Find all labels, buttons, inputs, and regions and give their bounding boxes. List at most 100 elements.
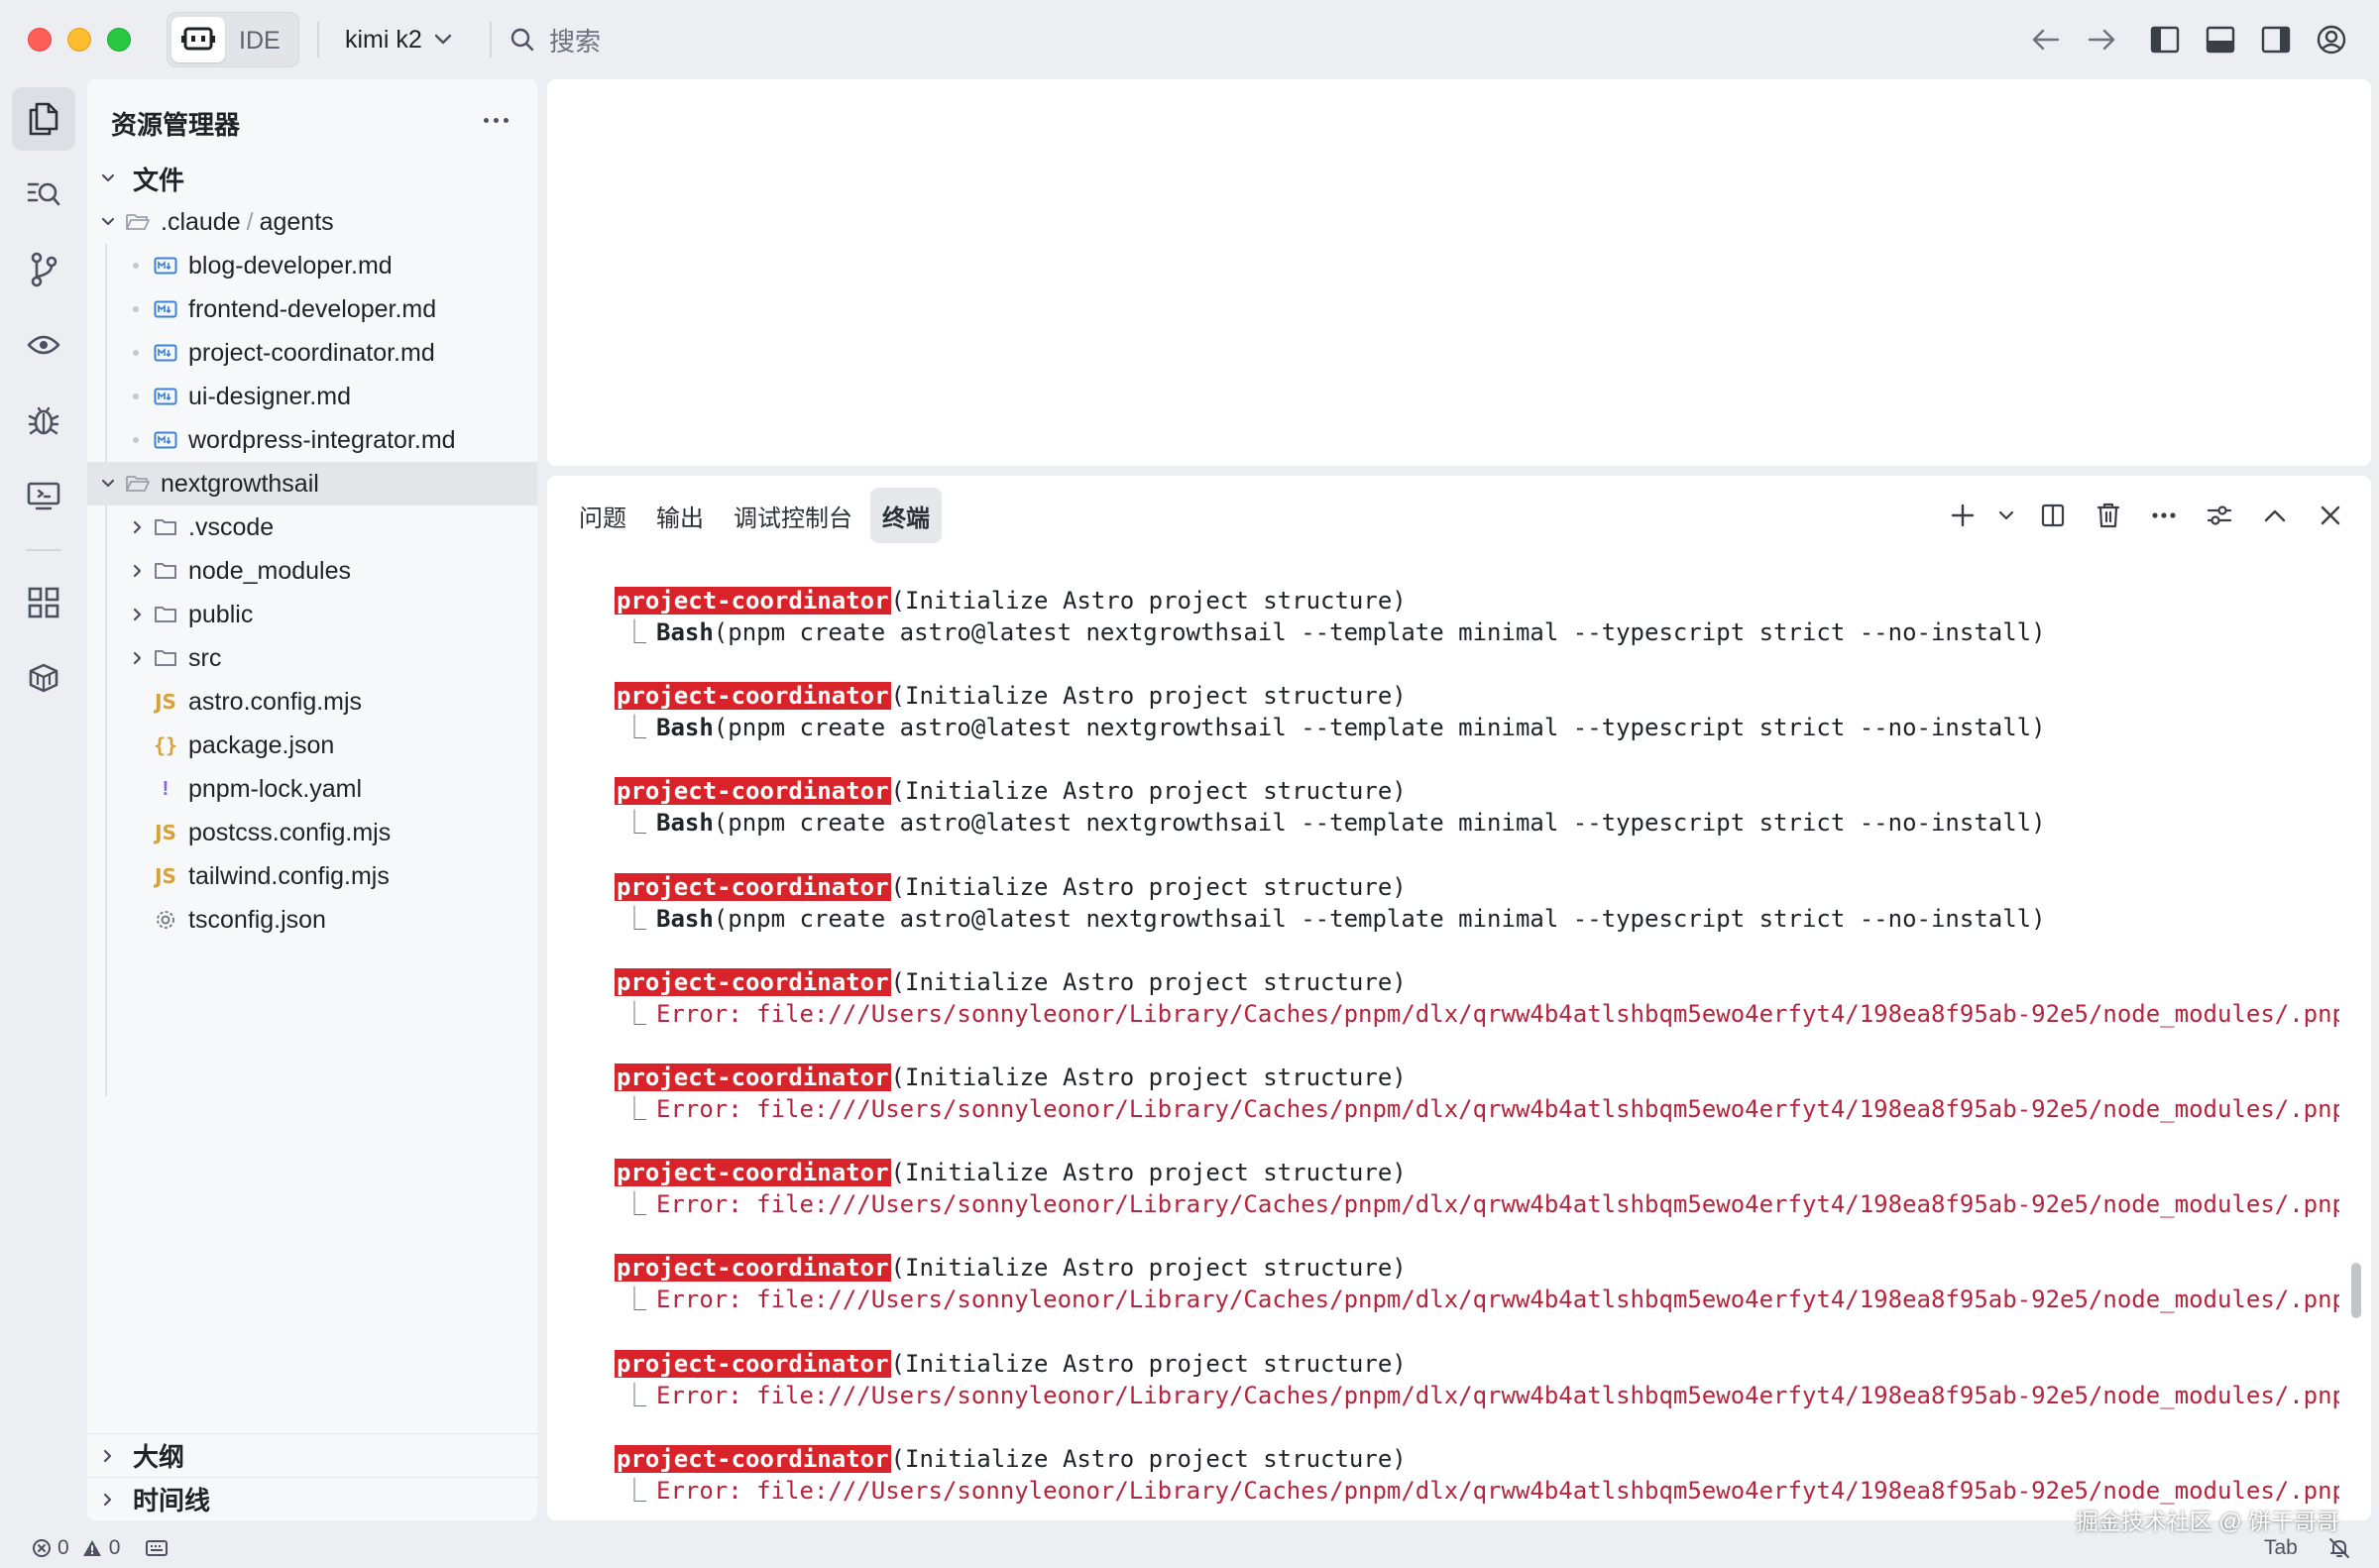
file-item[interactable]: JS postcss.config.mjs — [87, 811, 537, 854]
panel-settings-button[interactable] — [2199, 495, 2240, 536]
file-item[interactable]: frontend-developer.md — [87, 287, 537, 331]
warning-icon — [82, 1540, 101, 1556]
containers-view-button[interactable] — [12, 646, 75, 710]
tab-problems[interactable]: 问题 — [567, 488, 638, 543]
preview-view-button[interactable] — [12, 313, 75, 377]
tool-command: (pnpm create astro@latest nextgrowthsail… — [713, 618, 2046, 646]
explorer-view-button[interactable] — [12, 87, 75, 151]
file-label: wordpress-integrator.md — [188, 425, 456, 454]
section-label: 时间线 — [133, 1486, 211, 1515]
kill-terminal-button[interactable] — [2088, 495, 2129, 536]
folder-item[interactable]: src — [87, 636, 537, 680]
new-terminal-button[interactable] — [1945, 495, 1981, 536]
folder-label: nextgrowthsail — [161, 469, 319, 498]
folder-item[interactable]: public — [87, 593, 537, 636]
agent-call-line: project-coordinator(Initialize Astro pro… — [615, 1443, 2339, 1475]
tab-output[interactable]: 输出 — [644, 488, 716, 543]
debug-view-button[interactable] — [12, 389, 75, 452]
maximize-panel-button[interactable] — [2254, 495, 2296, 536]
terminal-entry: project-coordinator(Initialize Astro pro… — [615, 775, 2339, 870]
tool-command: (pnpm create astro@latest nextgrowthsail… — [713, 714, 2046, 742]
remote-view-button[interactable] — [12, 464, 75, 527]
error-count: 0 — [57, 1536, 69, 1559]
forward-button[interactable] — [2082, 20, 2121, 59]
file-item[interactable]: JS tailwind.config.mjs — [87, 854, 537, 898]
folder-claude-agents[interactable]: .claude / agents — [87, 200, 537, 244]
file-item[interactable]: {} package.json — [87, 724, 537, 767]
back-button[interactable] — [2026, 20, 2066, 59]
folder-label: .vscode — [188, 512, 275, 541]
error-icon — [33, 1539, 51, 1557]
error-message: Error: file:///Users/sonnyleonor/Library… — [656, 1286, 2339, 1314]
extensions-view-button[interactable] — [12, 571, 75, 634]
agent-task: (Initialize Astro project structure) — [890, 1254, 1407, 1283]
zoom-window-button[interactable] — [107, 28, 131, 52]
terminal-entry: project-coordinator(Initialize Astro pro… — [615, 585, 2339, 680]
terminal-profile-dropdown[interactable] — [1994, 495, 2018, 536]
source-control-view-button[interactable] — [12, 238, 75, 301]
markdown-icon — [153, 427, 178, 453]
tab-debug-console[interactable]: 调试控制台 — [722, 488, 864, 543]
file-item[interactable]: tsconfig.json — [87, 898, 537, 942]
agent-call-line: project-coordinator(Initialize Astro pro… — [615, 871, 2339, 903]
agent-call-line: project-coordinator(Initialize Astro pro… — [615, 775, 2339, 807]
agent-task: (Initialize Astro project structure) — [890, 587, 1407, 615]
more-actions-button[interactable] — [2143, 495, 2185, 536]
agent-task: (Initialize Astro project structure) — [890, 777, 1407, 806]
file-item[interactable]: wordpress-integrator.md — [87, 418, 537, 462]
ports-status[interactable] — [145, 1538, 169, 1558]
panel-tabs: 问题 输出 调试控制台 终端 — [567, 488, 942, 543]
folder-label: node_modules — [188, 556, 352, 585]
terminal-entry: project-coordinator(Initialize Astro pro… — [615, 1348, 2339, 1443]
bullet-dot — [133, 393, 139, 399]
model-select[interactable]: kimi k2 — [335, 14, 462, 65]
bullet-dot — [133, 263, 139, 269]
tab-terminal[interactable]: 终端 — [870, 488, 942, 543]
close-panel-button[interactable] — [2310, 495, 2351, 536]
tree-branch-glyph: ⎿ — [623, 1190, 646, 1219]
more-actions-button[interactable] — [478, 105, 513, 135]
tool-result-line: ⎿ Bash(pnpm create astro@latest nextgrowt… — [615, 807, 2339, 839]
agent-mode-button[interactable] — [171, 17, 225, 62]
toggle-primary-sidebar-button[interactable] — [2145, 20, 2185, 59]
minimize-window-button[interactable] — [67, 28, 91, 52]
folder-item[interactable]: .vscode — [87, 505, 537, 549]
notifications-button[interactable] — [2327, 1536, 2351, 1560]
section-label: 文件 — [133, 165, 185, 195]
folder-open-icon — [125, 209, 151, 235]
terminal-output[interactable]: project-coordinator(Initialize Astro pro… — [615, 585, 2339, 1520]
folder-item[interactable]: node_modules — [87, 549, 537, 593]
account-button[interactable] — [2312, 20, 2351, 59]
agent-call-line: project-coordinator(Initialize Astro pro… — [615, 1062, 2339, 1093]
close-window-button[interactable] — [28, 28, 52, 52]
folder-nextgrowthsail[interactable]: nextgrowthsail — [87, 462, 537, 505]
timeline-section-header[interactable]: 时间线 — [87, 1477, 537, 1520]
ide-mode-label[interactable]: IDE — [239, 27, 281, 56]
toggle-secondary-sidebar-button[interactable] — [2256, 20, 2296, 59]
model-name: kimi k2 — [345, 25, 422, 54]
file-item[interactable]: ui-designer.md — [87, 375, 537, 418]
tab-mode-status[interactable]: Tab — [2264, 1536, 2298, 1560]
git-branch-icon — [31, 252, 57, 287]
split-terminal-button[interactable] — [2032, 495, 2074, 536]
terminal-scrollbar[interactable] — [2351, 1263, 2361, 1318]
outline-section-header[interactable]: 大纲 — [87, 1433, 537, 1477]
toggle-panel-button[interactable] — [2201, 20, 2240, 59]
problems-status[interactable]: 0 0 — [32, 1536, 120, 1560]
file-item[interactable]: project-coordinator.md — [87, 331, 537, 375]
files-section-header[interactable]: 文件 — [87, 157, 537, 200]
tool-name: Bash — [656, 904, 714, 933]
markdown-icon — [153, 384, 178, 409]
editor-area[interactable] — [547, 79, 2371, 466]
agent-task: (Initialize Astro project structure) — [890, 967, 1407, 996]
global-search[interactable]: 搜索 — [510, 14, 601, 65]
agent-name-badge: project-coordinator — [615, 587, 891, 615]
file-item[interactable]: ! pnpm-lock.yaml — [87, 767, 537, 811]
file-item[interactable]: JS astro.config.mjs — [87, 680, 537, 724]
search-view-button[interactable] — [12, 163, 75, 226]
file-item[interactable]: blog-developer.md — [87, 244, 537, 287]
broadcast-icon — [146, 1540, 168, 1556]
remote-monitor-icon — [27, 482, 60, 510]
status-bar: 0 0 Tab — [0, 1528, 2379, 1568]
tab-label: Tab — [2264, 1536, 2298, 1559]
